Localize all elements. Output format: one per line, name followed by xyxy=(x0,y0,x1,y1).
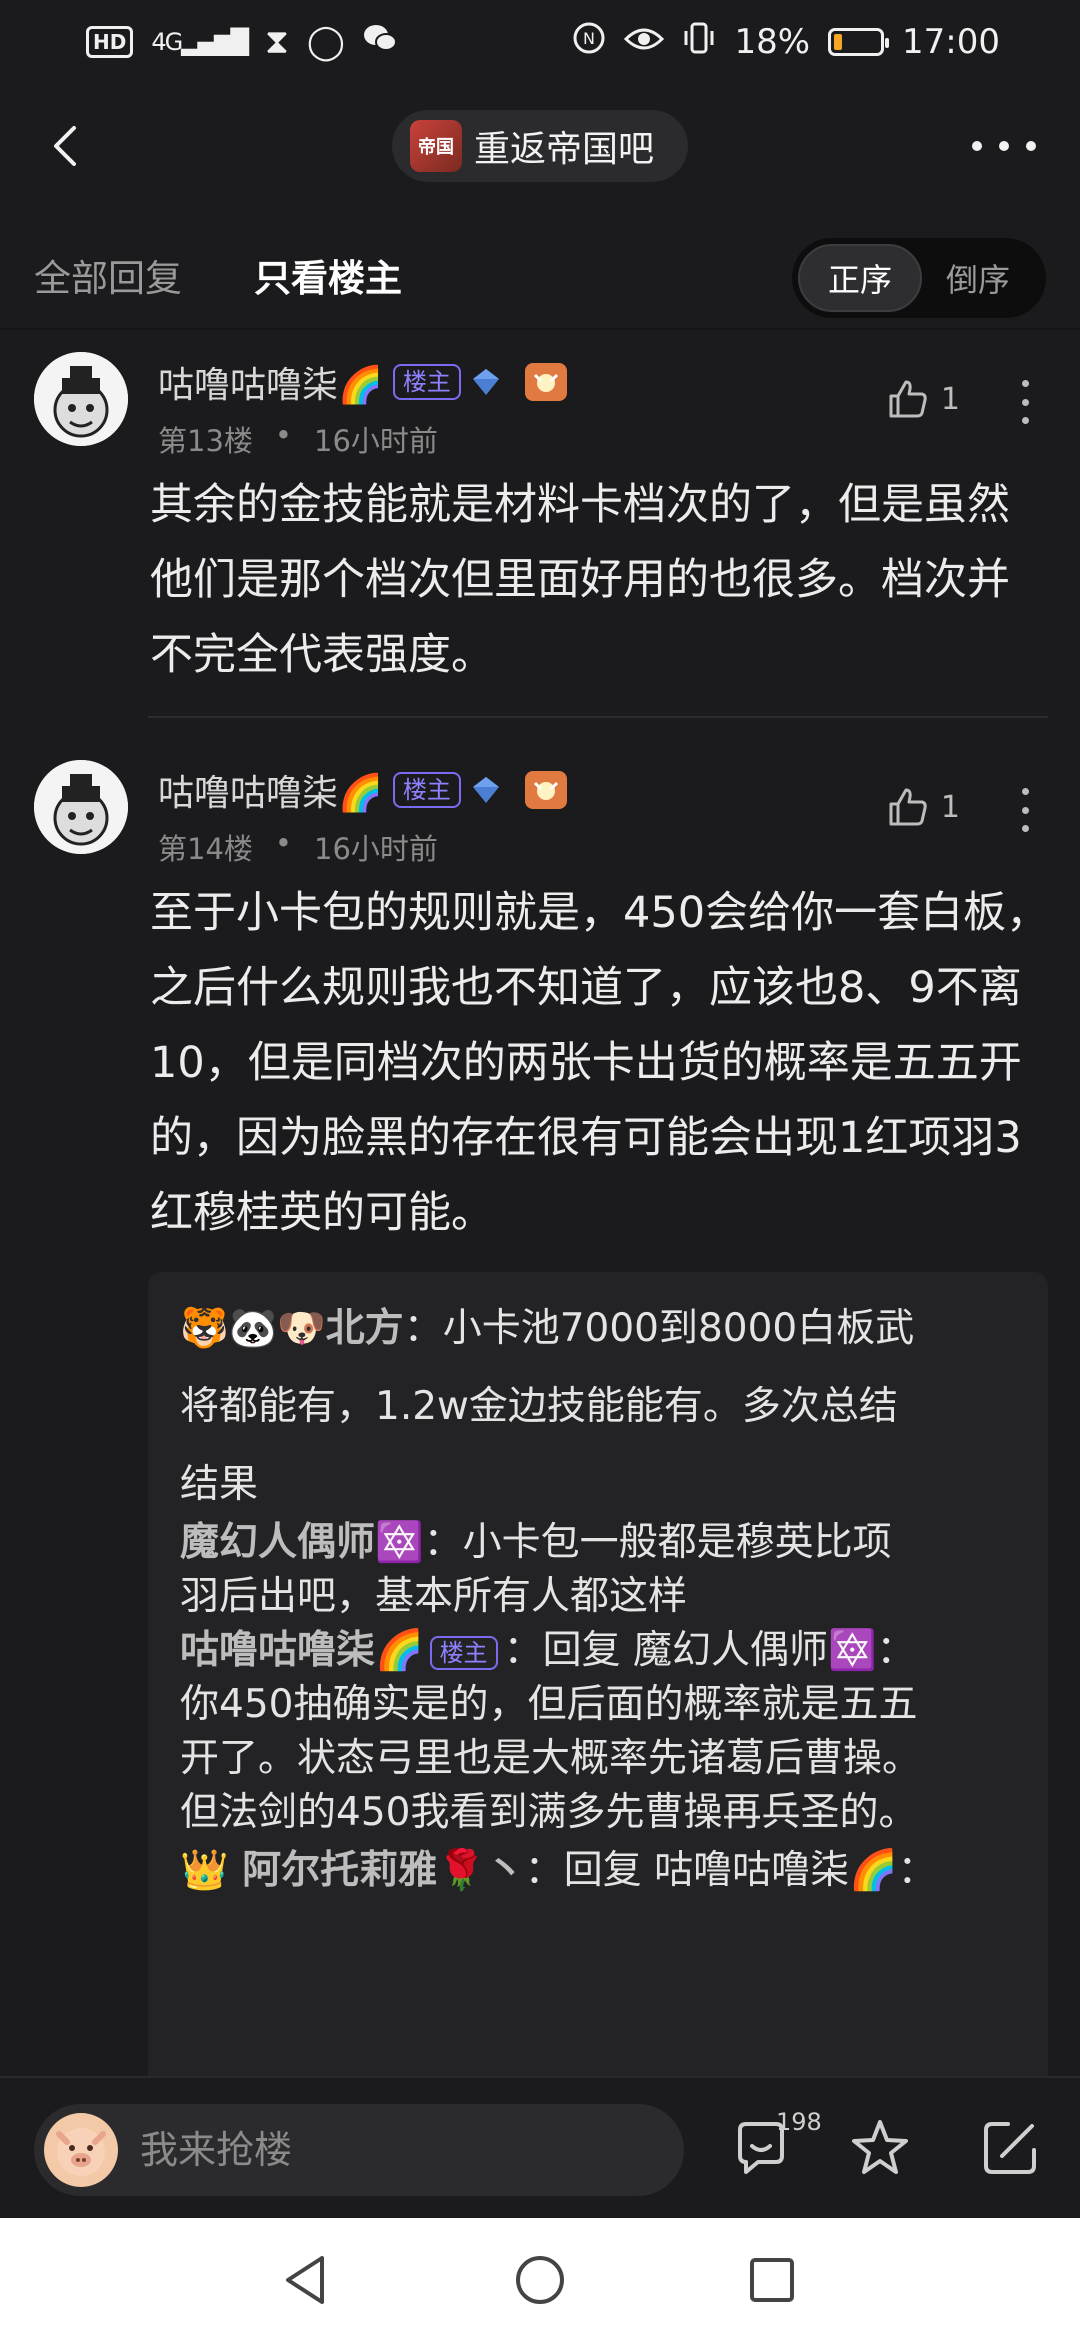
nav-home-button[interactable] xyxy=(510,2250,570,2310)
favorite-button[interactable] xyxy=(848,2116,912,2180)
sub-reply-1-line2: 将都能有，1.2w金边技能能有。多次总结 xyxy=(180,1384,898,1429)
nav-recents-button[interactable] xyxy=(742,2250,802,2310)
diamond-icon xyxy=(472,777,499,803)
sub-reply-4: 👑 阿尔托莉雅🌹丶：回复 咕噜咕噜柒🌈： xyxy=(180,1832,1030,1910)
battery-level xyxy=(834,34,842,50)
post-meta: 第13楼 • 16小时前 xyxy=(158,418,438,460)
triangle-back-icon xyxy=(286,2256,324,2304)
sub-reply-author[interactable]: 👑 阿尔托莉雅🌹丶 xyxy=(180,1848,525,1893)
thumbs-up-icon xyxy=(889,788,927,826)
pig-avatar-icon xyxy=(56,2128,106,2176)
post-content: 其余的金技能就是材料卡档次的了，但是虽然他们是那个档次但里面好用的也很多。档次并… xyxy=(150,480,1010,680)
share-icon xyxy=(984,2122,1036,2174)
more-dot xyxy=(1021,825,1029,832)
hd-icon: HD xyxy=(86,26,134,58)
diamond-icon xyxy=(472,369,499,395)
post-divider xyxy=(148,716,1048,718)
more-dot xyxy=(972,141,982,151)
sort-order-toggle: 正序 倒序 xyxy=(792,238,1046,318)
post-time: 16小时前 xyxy=(314,424,438,458)
like-button[interactable]: 1 xyxy=(885,784,960,830)
top-bar: 帝国 重返帝国吧 xyxy=(0,100,1080,192)
forum-pill[interactable]: 帝国 重返帝国吧 xyxy=(392,110,688,182)
more-dot xyxy=(1021,398,1029,406)
post-meta: 第14楼 • 16小时前 xyxy=(158,826,438,868)
chevron-left-icon xyxy=(54,126,76,166)
sub-reply-text: ：小卡池7000到8000白板武 xyxy=(403,1306,915,1351)
status-left: HD 4G▂▄▆█ ⧗ ◯ xyxy=(86,22,397,62)
post-time: 16小时前 xyxy=(314,832,438,866)
avatar-image xyxy=(34,760,128,854)
reply-input-bar: 198 xyxy=(0,2076,1080,2216)
post-content: 至于小卡包的规则就是，450会给你一套白板，之后什么规则我也不知道了，应该也8、… xyxy=(150,888,1050,1238)
user-row: 咕噜咕噜柒🌈 楼主 xyxy=(158,356,567,408)
level-badge-icon xyxy=(524,363,567,401)
star-icon xyxy=(852,2120,908,2174)
battery-percent: 18% xyxy=(734,22,811,62)
username[interactable]: 咕噜咕噜柒🌈 xyxy=(158,356,383,408)
status-right: N 18% 17:00 xyxy=(572,21,1000,64)
floor-number: 第14楼 xyxy=(158,832,253,866)
reply-input[interactable] xyxy=(140,2128,640,2172)
svg-text:N: N xyxy=(583,29,595,48)
host-badge: 楼主 xyxy=(392,772,461,808)
system-navigation-bar xyxy=(0,2218,1080,2340)
circle-home-icon xyxy=(516,2256,564,2304)
sync-icon: ◯ xyxy=(306,22,345,62)
like-count: 1 xyxy=(940,381,960,417)
level-badge-icon xyxy=(524,771,567,809)
user-row: 咕噜咕噜柒🌈 楼主 xyxy=(158,764,567,816)
comment-count: 198 xyxy=(776,2108,822,2136)
avatar-image xyxy=(34,352,128,446)
more-dot xyxy=(999,141,1009,151)
sub-reply-1: 🐯🐼🐶北方：小卡池7000到8000白板武 xyxy=(180,1290,1030,1368)
share-button[interactable] xyxy=(978,2116,1042,2180)
host-badge: 楼主 xyxy=(392,364,461,400)
more-dot xyxy=(1021,806,1029,814)
vibrate-icon xyxy=(682,21,716,64)
reply-filter-tabs: 全部回复 只看楼主 正序 倒序 xyxy=(0,230,1080,326)
back-button[interactable] xyxy=(40,118,96,174)
post-more-button[interactable] xyxy=(1020,380,1030,424)
square-recents-icon xyxy=(750,2258,794,2302)
forum-name: 重返帝国吧 xyxy=(474,129,655,170)
floor-number: 第13楼 xyxy=(158,424,253,458)
avatar[interactable] xyxy=(34,760,128,854)
sort-descending-button[interactable]: 倒序 xyxy=(916,244,1040,312)
status-bar: HD 4G▂▄▆█ ⧗ ◯ N 18% 17:00 xyxy=(0,0,1080,84)
nfc-icon: N xyxy=(572,21,606,64)
more-dot xyxy=(1026,141,1036,151)
username[interactable]: 咕噜咕噜柒🌈 xyxy=(158,764,383,816)
meta-dot: • xyxy=(274,826,293,860)
divider xyxy=(0,328,1080,330)
tab-host-only[interactable]: 只看楼主 xyxy=(254,248,402,302)
meta-dot: • xyxy=(274,418,293,452)
sub-reply-text: ：回复 咕噜咕噜柒🌈： xyxy=(524,1848,937,1893)
battery-icon xyxy=(828,28,890,56)
like-button[interactable]: 1 xyxy=(885,376,960,422)
more-dot xyxy=(1021,788,1029,795)
more-dot xyxy=(1021,380,1029,387)
post-more-button[interactable] xyxy=(1020,788,1030,832)
more-dot xyxy=(1021,417,1029,424)
my-avatar xyxy=(44,2113,118,2187)
nav-back-button[interactable] xyxy=(278,2250,338,2310)
wechat-icon xyxy=(363,22,397,62)
eye-icon xyxy=(624,22,665,62)
thumbs-up-icon xyxy=(889,380,927,418)
like-count: 1 xyxy=(940,789,960,825)
sub-replies-box[interactable]: 🐯🐼🐶北方：小卡池7000到8000白板武 将都能有，1.2w金边技能能有。多次… xyxy=(148,1272,1048,2092)
clock: 17:00 xyxy=(902,22,1000,62)
hourglass-icon: ⧗ xyxy=(265,22,289,62)
reply-input-pill[interactable] xyxy=(34,2104,684,2196)
avatar[interactable] xyxy=(34,352,128,446)
more-options-button[interactable] xyxy=(972,122,1036,170)
sort-ascending-button[interactable]: 正序 xyxy=(798,244,922,312)
signal-4g-icon: 4G▂▄▆█ xyxy=(151,28,249,56)
forum-logo: 帝国 xyxy=(410,120,462,172)
network-type: 4G xyxy=(151,28,183,56)
sub-reply-author[interactable]: 🐯🐼🐶北方 xyxy=(180,1306,404,1351)
tab-all-replies[interactable]: 全部回复 xyxy=(34,248,182,302)
host-badge: 楼主 xyxy=(429,1635,498,1670)
